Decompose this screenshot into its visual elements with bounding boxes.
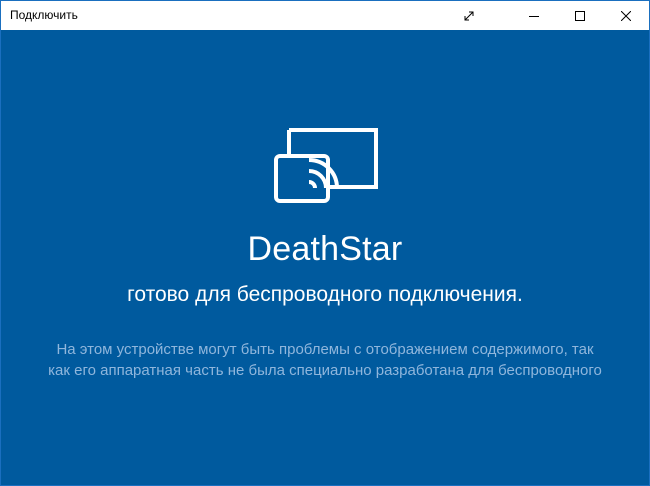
- app-window: Подключить DeathStar готово для беспрово…: [0, 0, 650, 486]
- device-name: DeathStar: [247, 230, 403, 268]
- wireless-cast-icon: [274, 128, 378, 203]
- title-bar[interactable]: Подключить: [1, 1, 649, 30]
- fullscreen-button[interactable]: [439, 1, 499, 30]
- compatibility-warning: На этом устройстве могут быть проблемы с…: [31, 339, 619, 381]
- connect-panel: DeathStar готово для беспроводного подкл…: [1, 30, 649, 485]
- expand-icon: [464, 11, 474, 20]
- minimize-button[interactable]: [511, 1, 557, 30]
- warning-line: как его аппаратная часть не была специал…: [48, 362, 602, 379]
- close-button[interactable]: [603, 1, 649, 30]
- minimize-icon: [529, 15, 539, 17]
- connection-status: готово для беспроводного подключения.: [127, 283, 523, 306]
- window-title: Подключить: [10, 8, 78, 22]
- maximize-button[interactable]: [557, 1, 603, 30]
- warning-line: На этом устройстве могут быть проблемы с…: [56, 341, 594, 358]
- close-icon: [621, 10, 631, 21]
- maximize-icon: [575, 10, 585, 21]
